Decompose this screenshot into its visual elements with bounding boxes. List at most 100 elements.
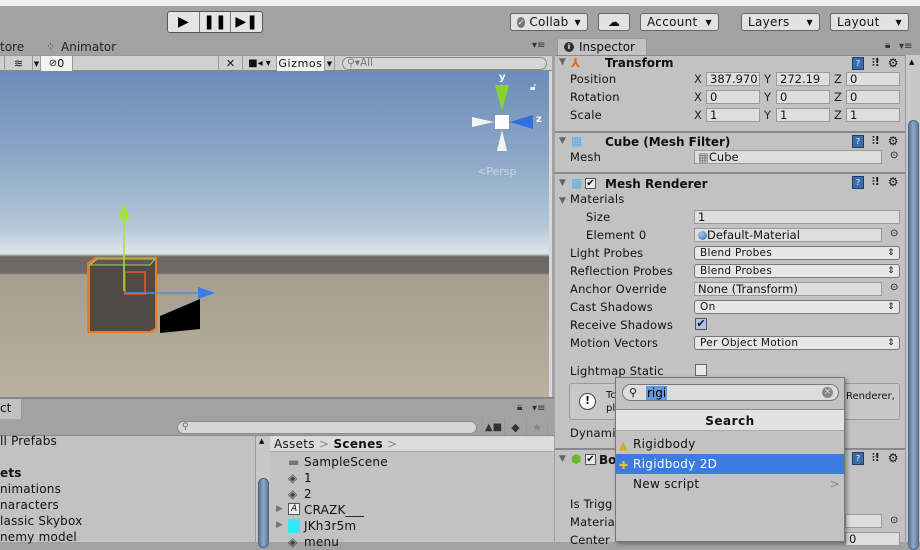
panel-menu-icon[interactable]: ▾≡ (532, 40, 545, 51)
play-button[interactable]: ▶ (168, 12, 200, 32)
file-list-item[interactable]: ▬ SampleScene (276, 455, 546, 470)
breadcrumb-assets[interactable]: Assets (274, 437, 315, 451)
tab-store[interactable]: tore (0, 40, 24, 54)
component-search-input[interactable]: ⚲ rigi × (622, 384, 839, 401)
breadcrumb-scenes[interactable]: Scenes (333, 437, 383, 451)
step-button[interactable]: ▶❚ (231, 12, 262, 32)
popup-item[interactable]: ▲ Rigidbody (616, 434, 844, 454)
gizmos-button[interactable]: Gizmos (277, 56, 325, 71)
layers-dropdown[interactable]: Layers ▼ (741, 13, 820, 31)
favorites-button[interactable]: ★ (526, 419, 548, 435)
help-book-icon[interactable]: ? (852, 134, 864, 148)
box-collider-enabled-checkbox[interactable]: ✔ (585, 454, 596, 465)
scene-layers-button[interactable]: ≋ (5, 56, 33, 71)
panel-menu-icon[interactable]: ▾≡ (899, 41, 912, 52)
transform-scale-x[interactable]: 1 (706, 108, 760, 122)
materials-foldout[interactable]: ▼ Materials (559, 192, 625, 206)
receive-shadows-checkbox[interactable]: ✔ (695, 318, 707, 330)
foldout-arrow-icon[interactable]: ▼ (559, 136, 566, 146)
gear-icon[interactable]: ⚙ (888, 56, 899, 70)
mesh-field[interactable]: ▦Cube (694, 150, 882, 164)
filter-by-type-button[interactable]: ▲■ (482, 419, 504, 435)
gear-icon[interactable]: ⚙ (888, 451, 899, 465)
folder-tree-item[interactable]: ll Prefabs (0, 434, 57, 448)
transform-rotation-y[interactable]: 0 (776, 90, 830, 104)
tab-animator[interactable]: Animator (61, 40, 116, 54)
persp-toggle[interactable]: <Persp (477, 165, 516, 178)
scroll-up-icon[interactable]: ▲ (259, 437, 264, 445)
scene-layers-caret[interactable]: ▼ (33, 56, 41, 71)
scrollbar-thumb[interactable] (258, 478, 269, 548)
lock-icon[interactable]: 🔒︎ (517, 402, 522, 413)
file-list-item[interactable]: ▶ A CRAZK___ (276, 503, 546, 518)
motion-vectors-dropdown[interactable]: Per Object Motion ⇕ (694, 336, 900, 350)
camera-button[interactable]: ■◂ ▾ (243, 56, 277, 71)
light-probes-dropdown[interactable]: Blend Probes ⇕ (694, 246, 900, 260)
scene-view[interactable]: y z 🔓︎ <Persp (0, 71, 552, 397)
preset-icon[interactable]: ⫶! (872, 134, 880, 148)
clear-search-icon[interactable]: × (822, 387, 833, 398)
project-tree-scrollbar[interactable]: ▲ (255, 436, 270, 548)
pause-button[interactable]: ❚❚ (200, 12, 232, 32)
object-picker-icon[interactable]: ⊙ (890, 228, 898, 239)
folder-tree-item[interactable]: lassic Skybox (0, 514, 82, 528)
filter-by-label-button[interactable]: ◆ (504, 419, 526, 435)
element0-field[interactable]: Default-Material (694, 228, 882, 242)
preset-icon[interactable]: ⫶! (872, 175, 880, 189)
scene-search-input[interactable]: ⚲▾All (342, 57, 547, 70)
preset-icon[interactable]: ⫶! (872, 451, 880, 465)
transform-rotation-z[interactable]: 0 (846, 90, 900, 104)
gear-icon[interactable]: ⚙ (888, 134, 899, 148)
collab-button[interactable]: ✓ Collab ▼ (510, 13, 588, 31)
foldout-arrow-icon[interactable]: ▼ (559, 454, 566, 464)
transform-position-z[interactable]: 0 (846, 72, 900, 86)
folder-tree-item[interactable]: ets (0, 466, 22, 480)
gear-icon[interactable]: ⚙ (888, 175, 899, 189)
expand-arrow-icon[interactable]: ▶ (276, 520, 283, 530)
anchor-override-field[interactable]: None (Transform) (694, 282, 882, 296)
layout-dropdown[interactable]: Layout ▼ (830, 13, 909, 31)
expand-arrow-icon[interactable]: ▶ (276, 504, 283, 514)
file-list-item[interactable]: ◈ menu (276, 535, 546, 550)
scrollbar-thumb[interactable] (908, 120, 919, 550)
transform-position-y[interactable]: 272.19 (776, 72, 830, 86)
object-picker-icon[interactable]: ⊙ (890, 150, 898, 161)
help-book-icon[interactable]: ? (852, 451, 864, 465)
file-list-item[interactable]: ◈ 2 (276, 487, 546, 502)
lock-icon[interactable]: 🔒︎ (885, 40, 890, 51)
materials-size-field[interactable]: 1 (694, 210, 900, 224)
file-list-item[interactable]: ◈ 1 (276, 471, 546, 486)
transform-rotation-x[interactable]: 0 (706, 90, 760, 104)
gizmos-caret[interactable]: ▼ (325, 56, 335, 71)
hidden-objects-toggle[interactable]: ⊘ 0 (41, 56, 73, 71)
foldout-arrow-icon[interactable]: ▼ (559, 57, 566, 67)
panel-menu-icon[interactable]: ▾≡ (532, 403, 545, 414)
account-dropdown[interactable]: Account ▼ (640, 13, 719, 31)
foldout-arrow-icon[interactable]: ▼ (559, 178, 566, 188)
popup-item[interactable]: ✚ Rigidbody 2D (616, 454, 844, 474)
lock-icon[interactable]: 🔓︎ (530, 82, 536, 93)
help-book-icon[interactable]: ? (852, 56, 864, 70)
scroll-up-icon[interactable]: ▲ (909, 58, 914, 66)
cast-shadows-dropdown[interactable]: On ⇕ (694, 300, 900, 314)
tools-button[interactable]: ✕ (218, 56, 243, 71)
transform-scale-y[interactable]: 1 (776, 108, 830, 122)
collider-material-field[interactable] (845, 514, 882, 528)
folder-tree-item[interactable]: nimations (0, 482, 61, 496)
popup-item[interactable]: New script > (616, 474, 844, 494)
mesh-renderer-enabled-checkbox[interactable]: ✔ (585, 178, 596, 189)
transform-scale-z[interactable]: 1 (846, 108, 900, 122)
project-search-input[interactable]: ⚲ (177, 421, 477, 434)
reflection-probes-dropdown[interactable]: Blend Probes ⇕ (694, 264, 900, 278)
transform-position-x[interactable]: 387.9701 (706, 72, 760, 86)
folder-tree-item[interactable]: naracters (0, 498, 59, 512)
preset-icon[interactable]: ⫶! (872, 56, 880, 70)
inspector-scrollbar[interactable]: ▲ (905, 55, 920, 550)
tab-project[interactable]: ct (0, 399, 22, 419)
file-list-item[interactable]: ▶ ▭ JKh3r5m (276, 519, 546, 534)
object-picker-icon[interactable]: ⊙ (890, 515, 898, 526)
center-x-field[interactable]: 0 (845, 532, 900, 546)
help-book-icon[interactable]: ? (852, 175, 864, 189)
cloud-button[interactable]: ☁ (598, 13, 630, 31)
lightmap-static-checkbox[interactable] (695, 364, 707, 376)
